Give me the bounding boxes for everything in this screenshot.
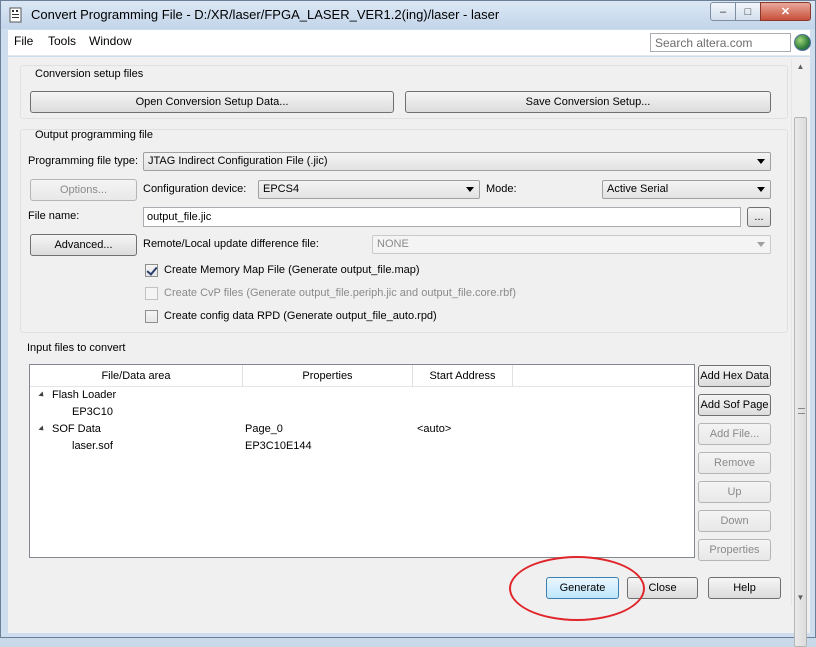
input-files-table[interactable]: File/Data area Properties Start Address … (29, 364, 695, 558)
chevron-down-icon (757, 187, 765, 192)
app-icon (9, 7, 22, 23)
group-title: Output programming file (35, 129, 153, 141)
menu-window[interactable]: Window (89, 34, 132, 48)
checkbox-unchecked-icon (145, 287, 158, 300)
chevron-down-icon (466, 187, 474, 192)
properties-button[interactable]: Properties (698, 539, 771, 561)
caption-buttons: – □ ✕ (710, 2, 812, 22)
mode-select[interactable]: Active Serial (602, 180, 771, 199)
create-memory-map-checkbox[interactable]: Create Memory Map File (Generate output_… (145, 264, 545, 278)
select-value: NONE (377, 238, 409, 250)
select-value: EPCS4 (263, 183, 300, 195)
input-files-title: Input files to convert (27, 342, 126, 354)
group-title: Conversion setup files (35, 68, 144, 80)
column-header-properties[interactable]: Properties (243, 365, 413, 387)
table-row-name[interactable]: Flash Loader (52, 389, 116, 401)
checkbox-label: Create config data RPD (Generate output_… (164, 310, 437, 322)
minimize-button[interactable]: – (710, 2, 736, 21)
globe-icon[interactable] (794, 34, 811, 51)
select-value: Active Serial (607, 183, 669, 195)
dialog-content: Conversion setup files Open Conversion S… (8, 57, 810, 633)
menu-bar: File Tools Window Search altera.com (8, 30, 811, 56)
column-header-start-address[interactable]: Start Address (413, 365, 513, 387)
table-row-name[interactable]: EP3C10 (72, 406, 113, 418)
checkbox-label: Create Memory Map File (Generate output_… (164, 264, 420, 276)
scrollbar-thumb[interactable] (794, 117, 807, 647)
chevron-down-icon (757, 242, 765, 247)
open-conversion-setup-button[interactable]: Open Conversion Setup Data... (30, 91, 394, 113)
expand-triangle-icon[interactable] (38, 391, 46, 399)
help-button[interactable]: Help (708, 577, 781, 599)
grip-icon (798, 408, 805, 414)
generate-button[interactable]: Generate (546, 577, 619, 599)
vertical-scrollbar[interactable]: ▲ ▼ (791, 59, 809, 647)
save-conversion-setup-button[interactable]: Save Conversion Setup... (405, 91, 771, 113)
column-header-file-data-area[interactable]: File/Data area (30, 365, 243, 387)
table-row-properties: Page_0 (245, 423, 283, 435)
scroll-down-arrow-icon[interactable]: ▼ (792, 590, 809, 606)
add-hex-data-button[interactable]: Add Hex Data (698, 365, 771, 387)
select-value: JTAG Indirect Configuration File (.jic) (148, 155, 328, 167)
table-row-name[interactable]: SOF Data (52, 423, 101, 435)
checkbox-checked-icon (145, 264, 158, 277)
checkbox-unchecked-icon (145, 310, 158, 323)
up-button[interactable]: Up (698, 481, 771, 503)
mode-label: Mode: (486, 183, 517, 195)
menu-file[interactable]: File (14, 34, 33, 48)
add-sof-page-button[interactable]: Add Sof Page (698, 394, 771, 416)
remove-button[interactable]: Remove (698, 452, 771, 474)
add-file-button[interactable]: Add File... (698, 423, 771, 445)
browse-button[interactable]: ... (747, 207, 771, 227)
maximize-button[interactable]: □ (735, 2, 761, 21)
close-window-button[interactable]: ✕ (760, 2, 811, 21)
advanced-button[interactable]: Advanced... (30, 234, 137, 256)
table-header: File/Data area Properties Start Address (30, 365, 694, 387)
window-title: Convert Programming File - D:/XR/laser/F… (31, 7, 500, 22)
search-input[interactable]: Search altera.com (650, 33, 791, 52)
scroll-up-arrow-icon[interactable]: ▲ (792, 59, 809, 75)
menu-tools[interactable]: Tools (48, 34, 76, 48)
title-bar[interactable]: Convert Programming File - D:/XR/laser/F… (1, 1, 815, 29)
file-name-label: File name: (28, 210, 80, 222)
programming-file-type-label: Programming file type: (28, 155, 139, 167)
checkbox-label: Create CvP files (Generate output_file.p… (164, 287, 516, 299)
down-button[interactable]: Down (698, 510, 771, 532)
conversion-setup-group: Conversion setup files Open Conversion S… (20, 65, 788, 119)
convert-programming-file-window: Convert Programming File - D:/XR/laser/F… (0, 0, 816, 647)
table-row-name[interactable]: laser.sof (72, 440, 113, 452)
options-button[interactable]: Options... (30, 179, 137, 201)
table-row-properties: EP3C10E144 (245, 440, 312, 452)
table-row-start-address: <auto> (417, 423, 452, 435)
configuration-device-select[interactable]: EPCS4 (258, 180, 480, 199)
create-cvp-files-checkbox[interactable]: Create CvP files (Generate output_file.p… (145, 287, 545, 301)
close-button[interactable]: Close (627, 577, 698, 599)
expand-triangle-icon[interactable] (38, 425, 46, 433)
chevron-down-icon (757, 159, 765, 164)
file-name-input[interactable]: output_file.jic (143, 207, 741, 227)
configuration-device-label: Configuration device: (143, 183, 247, 195)
output-programming-file-group: Output programming file Programming file… (20, 129, 788, 333)
remote-local-update-label: Remote/Local update difference file: (143, 238, 319, 250)
programming-file-type-select[interactable]: JTAG Indirect Configuration File (.jic) (143, 152, 771, 171)
create-config-rpd-checkbox[interactable]: Create config data RPD (Generate output_… (145, 310, 545, 324)
remote-local-update-select[interactable]: NONE (372, 235, 771, 254)
